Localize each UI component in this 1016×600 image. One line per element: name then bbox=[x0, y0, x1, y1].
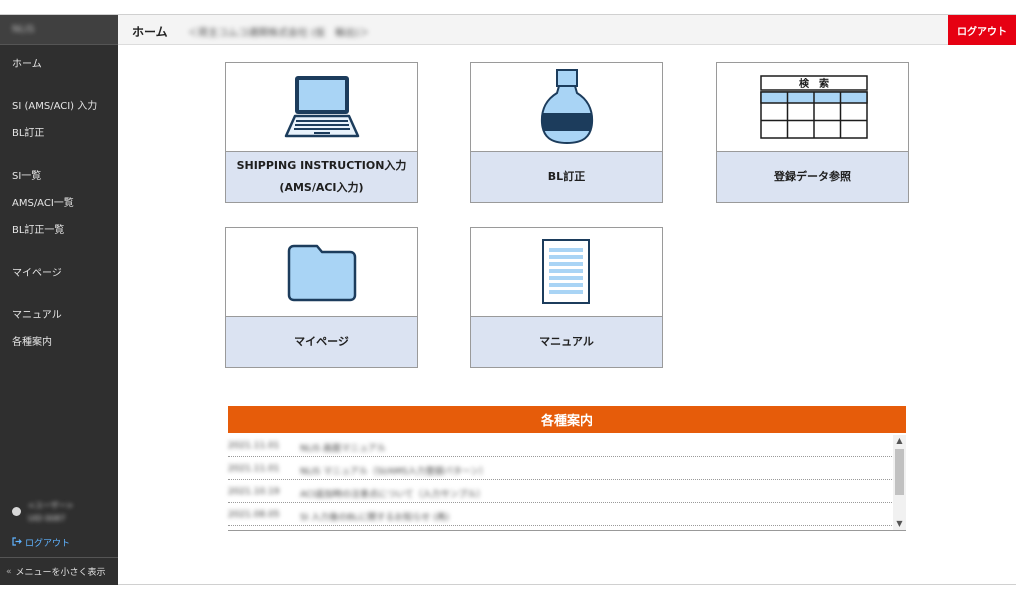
tile-si-input-label-line2: (AMS/ACI入力) bbox=[279, 181, 364, 194]
user-avatar-icon bbox=[12, 507, 21, 516]
logout-button[interactable]: ログアウト bbox=[948, 15, 1016, 45]
sidebar-item-bl-correction-list[interactable]: BL訂正一覧 bbox=[12, 221, 64, 236]
scrollbar-thumb[interactable] bbox=[895, 449, 904, 495]
sidebar-item-ams-aci-list[interactable]: AMS/ACI一覧 bbox=[12, 194, 74, 209]
tile-mypage-label-text: マイページ bbox=[294, 335, 349, 348]
sidebar: NLIS ホーム SI (AMS/ACI) 入力 BL訂正 SI一覧 AMS/A… bbox=[0, 15, 118, 585]
document-icon bbox=[541, 239, 590, 304]
tile-mypage-label: マイページ bbox=[226, 316, 417, 367]
folder-icon bbox=[287, 244, 356, 302]
sidebar-logout-link[interactable]: ログアウト bbox=[12, 536, 70, 549]
notice-title: NLIS 画面マニュアル bbox=[300, 444, 386, 454]
tile-manual[interactable]: マニュアル bbox=[470, 227, 663, 368]
notice-date: 2021.10.19 bbox=[228, 487, 280, 497]
tile-bl-correction-label: BL訂正 bbox=[471, 151, 662, 202]
notice-title: SI 入力後のBLに関するお知らせ (再) bbox=[300, 513, 450, 523]
notices-scrollbar[interactable]: ▲ ▼ bbox=[893, 435, 906, 530]
collapse-menu-label: メニューを小さく表示 bbox=[15, 568, 106, 578]
tile-data-search-label-text: 登録データ参照 bbox=[774, 170, 851, 183]
notice-date: 2021.11.01 bbox=[228, 464, 280, 474]
sidebar-item-si-list[interactable]: SI一覧 bbox=[12, 167, 41, 182]
sidebar-item-notices[interactable]: 各種案内 bbox=[12, 333, 52, 348]
logout-arrow-icon bbox=[12, 537, 22, 549]
sidebar-item-home[interactable]: ホーム bbox=[12, 55, 42, 70]
notice-row[interactable]: 2021.10.19 ACI追加時の注意点について（入力サンプル） bbox=[228, 481, 892, 503]
company-name: ＜荷主コムコ通関株式会社 (仮 輸出)＞ bbox=[188, 28, 369, 39]
user-id: UID 0087 bbox=[28, 514, 66, 523]
sidebar-item-mypage[interactable]: マイページ bbox=[12, 264, 62, 279]
sidebar-item-manual[interactable]: マニュアル bbox=[12, 306, 62, 321]
collapse-menu-button[interactable]: « メニューを小さく表示 bbox=[0, 557, 118, 585]
notice-row[interactable]: 2021.08.05 SI 入力後のBLに関するお知らせ (再) bbox=[228, 504, 892, 526]
scroll-down-icon[interactable]: ▼ bbox=[893, 518, 906, 530]
tile-data-search[interactable]: 検 索 登録データ参照 bbox=[716, 62, 909, 203]
notices-list: 2021.11.01 NLIS 画面マニュアル 2021.11.01 NLIS … bbox=[228, 435, 906, 531]
notice-title: NLIS マニュアル（SI/AMS入力登録パターン） bbox=[300, 467, 489, 477]
tile-mypage[interactable]: マイページ bbox=[225, 227, 418, 368]
brand-logo: NLIS bbox=[12, 24, 35, 35]
scroll-up-icon[interactable]: ▲ bbox=[893, 435, 906, 447]
notice-row[interactable]: 2021.11.01 NLIS 画面マニュアル bbox=[228, 435, 892, 457]
notice-row[interactable]: 2021.11.01 NLIS マニュアル（SI/AMS入力登録パターン） bbox=[228, 458, 892, 480]
double-chevron-left-icon: « bbox=[6, 566, 12, 577]
sidebar-brand: NLIS bbox=[0, 15, 118, 45]
bottle-icon bbox=[540, 69, 593, 145]
tile-manual-label: マニュアル bbox=[471, 316, 662, 367]
tile-manual-label-text: マニュアル bbox=[539, 335, 594, 348]
app-window: NLIS ホーム SI (AMS/ACI) 入力 BL訂正 SI一覧 AMS/A… bbox=[0, 14, 1016, 585]
search-table-icon-text: 検 索 bbox=[799, 77, 829, 90]
notice-date: 2021.11.01 bbox=[228, 441, 280, 451]
sidebar-item-si-input[interactable]: SI (AMS/ACI) 入力 bbox=[12, 97, 97, 112]
notice-title: ACI追加時の注意点について（入力サンプル） bbox=[300, 490, 486, 500]
notices-header: 各種案内 bbox=[228, 406, 906, 433]
tile-bl-correction-label-text: BL訂正 bbox=[547, 170, 586, 183]
search-table-icon: 検 索 bbox=[759, 75, 868, 139]
tile-bl-correction[interactable]: BL訂正 bbox=[470, 62, 663, 203]
laptop-icon bbox=[284, 76, 359, 138]
notice-date: 2021.08.05 bbox=[228, 510, 280, 520]
sidebar-logout-label: ログアウト bbox=[25, 539, 71, 549]
top-header: ホーム ＜荷主コムコ通関株式会社 (仮 輸出)＞ ログアウト bbox=[118, 15, 1016, 45]
user-name: <ユーザー> bbox=[28, 501, 74, 510]
tile-si-input[interactable]: SHIPPING INSTRUCTION入力 (AMS/ACI入力) bbox=[225, 62, 418, 203]
tile-si-input-label: SHIPPING INSTRUCTION入力 (AMS/ACI入力) bbox=[226, 151, 417, 202]
sidebar-item-bl-correction[interactable]: BL訂正 bbox=[12, 124, 44, 139]
tile-si-input-label-line1: SHIPPING INSTRUCTION入力 bbox=[236, 159, 407, 172]
tile-data-search-label: 登録データ参照 bbox=[717, 151, 908, 202]
page-title: ホーム bbox=[132, 25, 168, 39]
